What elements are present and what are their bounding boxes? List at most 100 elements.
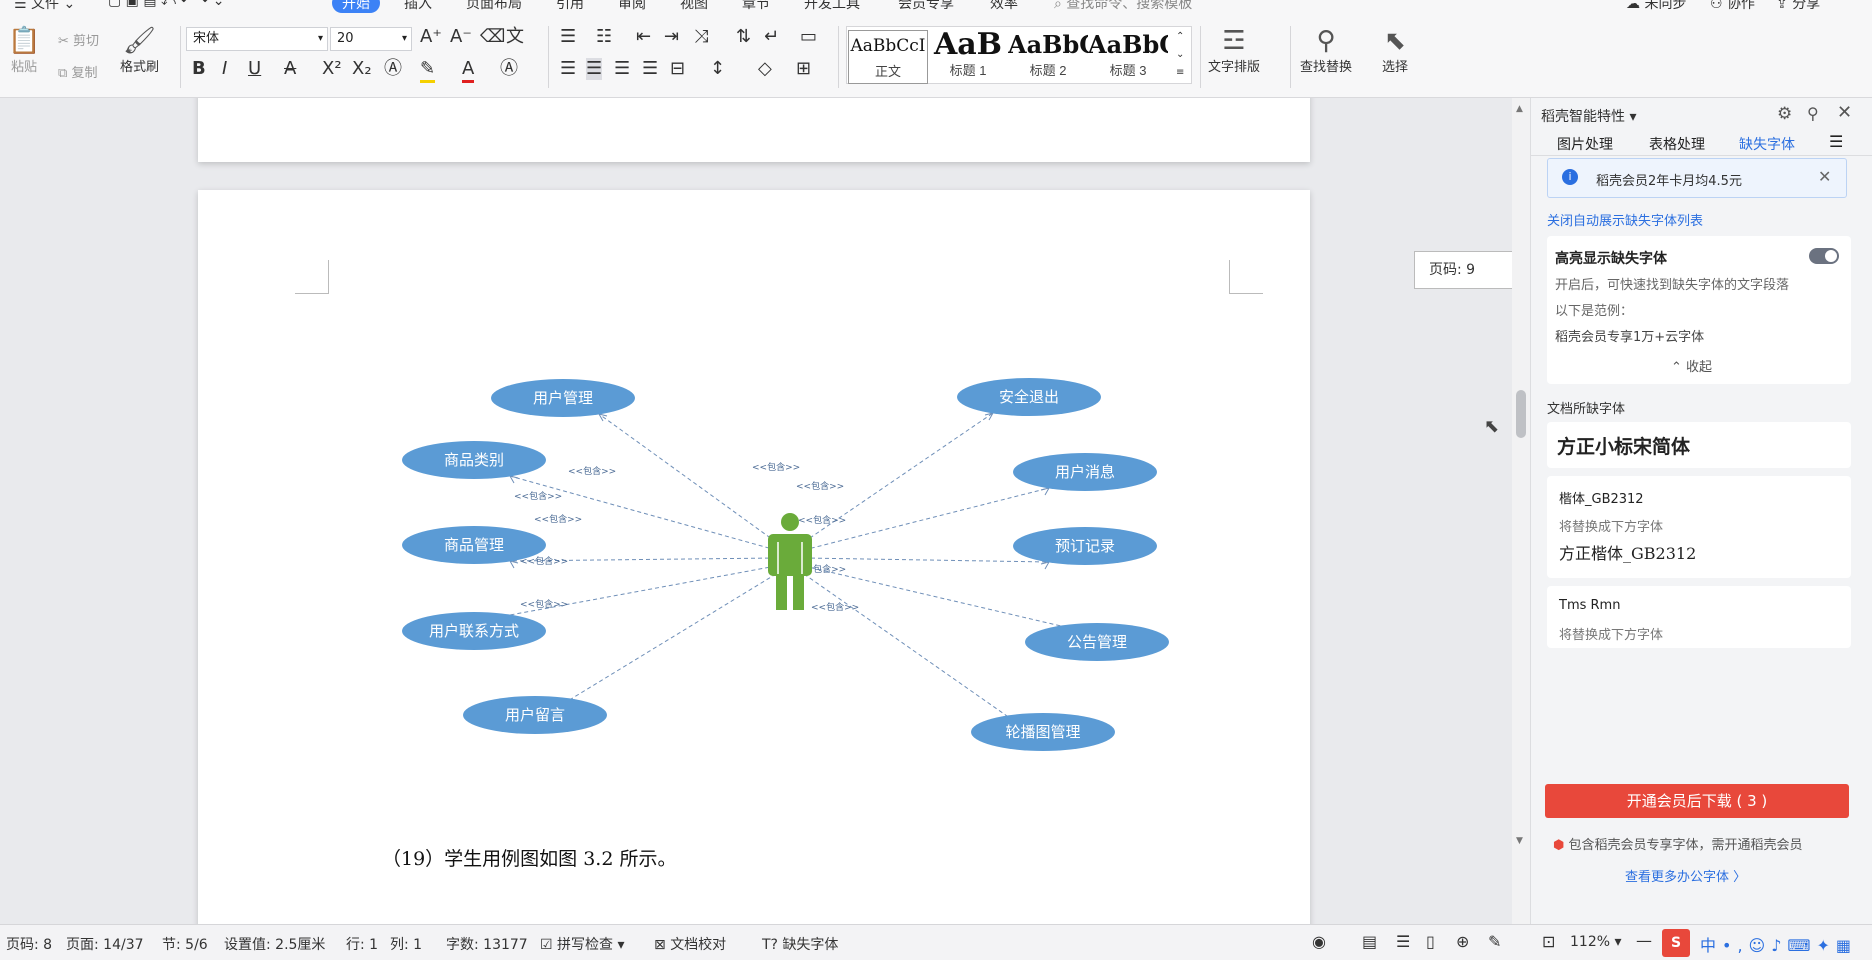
tab-member[interactable]: 会员专享 xyxy=(898,0,954,13)
quick-access-icons[interactable]: ▢ ▣ ▤ ⤺ ↶ ↷ ⌄ xyxy=(108,0,225,9)
missing-fonts-button[interactable]: T? 缺失字体 xyxy=(762,934,838,954)
vertical-scrollbar[interactable]: ▲ ▼ xyxy=(1512,98,1530,924)
command-search[interactable]: ⌕ 查找命令、搜索模板 xyxy=(1054,0,1192,13)
ime-toolbar-icons[interactable]: 中•,☺♪⌨✦▦ xyxy=(1700,932,1857,956)
gear-icon[interactable]: ⚙ xyxy=(1777,104,1792,124)
gallery-scroll-icon[interactable]: ⌃ ⌄ ≡ xyxy=(1176,28,1184,82)
borders-icon[interactable]: ⊞ xyxy=(796,58,811,80)
ime-logo-icon[interactable]: S xyxy=(1662,929,1690,957)
strikethrough-icon[interactable]: A xyxy=(284,58,296,80)
font-card-3[interactable]: Tms Rmn 将替换成下方字体 xyxy=(1547,586,1851,648)
font-name-select[interactable]: 宋体 ▾ xyxy=(186,27,328,51)
tab-reference[interactable]: 引用 xyxy=(556,0,584,13)
line-spacing-icon[interactable]: ↕ xyxy=(710,58,725,80)
status-section[interactable]: 节: 5/6 xyxy=(162,934,208,954)
eye-icon[interactable]: ◉ xyxy=(1312,932,1326,951)
tab-view[interactable]: 视图 xyxy=(680,0,708,13)
menu-file[interactable]: ☰ 文件 ⌄ xyxy=(14,0,75,13)
close-icon[interactable]: ✕ xyxy=(1818,167,1831,186)
zoom-level[interactable]: 112% ▾ xyxy=(1570,934,1622,950)
highlight-icon[interactable]: ✎ xyxy=(420,58,436,83)
text-direction-icon[interactable]: ⤨ xyxy=(694,26,708,48)
decrease-indent-icon[interactable]: ⇤ xyxy=(636,26,651,48)
status-pages[interactable]: 页面: 14/37 xyxy=(66,934,144,954)
paste-button[interactable]: 📋 粘贴 xyxy=(8,26,40,75)
style-normal[interactable]: AaBbCcI 正文 xyxy=(848,30,928,84)
char-border-icon[interactable]: Ⓐ xyxy=(500,58,518,80)
justify-icon[interactable]: ☰ xyxy=(642,58,658,80)
more-fonts-link[interactable]: 查看更多办公字体 〉 xyxy=(1625,866,1746,885)
bullet-list-icon[interactable]: ☰ xyxy=(560,26,576,48)
tab-devtools[interactable]: 开发工具 xyxy=(804,0,860,13)
shading-icon[interactable]: ◇ xyxy=(758,58,772,80)
scrollbar-thumb[interactable] xyxy=(1516,390,1526,438)
font-color-icon[interactable]: A xyxy=(462,58,475,83)
download-button[interactable]: 开通会员后下载 ( 3 ) xyxy=(1545,784,1849,818)
tab-review[interactable]: 审阅 xyxy=(618,0,646,13)
cut-button[interactable]: ✂ 剪切 xyxy=(58,30,99,49)
tab-layout[interactable]: 页面布局 xyxy=(466,0,522,13)
status-page-number[interactable]: 页码: 8 xyxy=(6,934,52,954)
zoom-out-icon[interactable]: — xyxy=(1636,931,1652,950)
show-marks-icon[interactable]: ↵ xyxy=(764,26,779,48)
style-heading1[interactable]: AaB 标题 1 xyxy=(928,30,1008,84)
format-painter-button[interactable]: 🖌 格式刷 xyxy=(120,26,159,75)
find-replace-button[interactable]: ⚲ 查找替换 xyxy=(1300,26,1352,75)
menu-icon[interactable]: ☰ xyxy=(1829,132,1843,151)
distribute-icon[interactable]: ⊟ xyxy=(670,58,685,80)
scroll-down-icon[interactable]: ▼ xyxy=(1516,836,1523,846)
tab-chapter[interactable]: 章节 xyxy=(742,0,770,13)
fit-page-icon[interactable]: ⊡ xyxy=(1542,932,1555,951)
font-card-1[interactable]: 方正小标宋简体 xyxy=(1547,422,1851,468)
italic-icon[interactable]: I xyxy=(222,58,227,80)
outline-view-icon[interactable]: ☰ xyxy=(1396,932,1410,951)
text-layout-button[interactable]: ☲ 文字排版 xyxy=(1208,26,1260,75)
font-card-2[interactable]: 楷体_GB2312 将替换成下方字体 方正楷体_GB2312 xyxy=(1547,476,1851,578)
pen-icon[interactable]: ✎ xyxy=(1488,932,1501,951)
style-heading3[interactable]: AaBbC 标题 3 xyxy=(1088,30,1168,84)
sync-status[interactable]: ☁ 未同步 xyxy=(1626,0,1686,13)
scroll-up-icon[interactable]: ▲ xyxy=(1516,104,1523,114)
superscript-icon[interactable]: X² xyxy=(322,58,342,80)
clear-format-icon[interactable]: ⌫ xyxy=(480,26,505,48)
tab-efficiency[interactable]: 效率 xyxy=(990,0,1018,13)
style-heading2[interactable]: AaBbC 标题 2 xyxy=(1008,30,1088,84)
close-icon[interactable]: ✕ xyxy=(1837,102,1852,123)
font-shrink-icon[interactable]: A⁻ xyxy=(450,26,472,48)
font-size-select[interactable]: 20 ▾ xyxy=(330,27,412,51)
status-words[interactable]: 字数: 13177 xyxy=(446,934,528,954)
highlight-toggle[interactable] xyxy=(1809,248,1839,264)
subscript-icon[interactable]: X₂ xyxy=(352,58,372,80)
status-col[interactable]: 列: 1 xyxy=(390,934,422,954)
underline-icon[interactable]: U xyxy=(248,58,261,80)
align-right-icon[interactable]: ☰ xyxy=(614,58,630,80)
bold-icon[interactable]: B xyxy=(192,58,206,80)
font-grow-icon[interactable]: A⁺ xyxy=(420,26,442,48)
tab-insert[interactable]: 插入 xyxy=(404,0,432,13)
share-button[interactable]: ⇪ 分享 xyxy=(1776,0,1820,13)
align-center-icon[interactable]: ☰ xyxy=(586,58,603,80)
spell-check-button[interactable]: ☑ 拼写检查 ▾ xyxy=(540,934,625,954)
panel-title[interactable]: 稻壳智能特性 ▾ xyxy=(1541,106,1636,126)
tab-start[interactable]: 开始 xyxy=(332,0,380,13)
tab-image[interactable]: 图片处理 xyxy=(1557,134,1613,154)
status-row[interactable]: 行: 1 xyxy=(346,934,378,954)
numbered-list-icon[interactable]: ☷ xyxy=(596,26,612,48)
ruler-icon[interactable]: ▭ xyxy=(800,26,817,48)
read-view-icon[interactable]: ▯ xyxy=(1426,932,1435,951)
tab-table[interactable]: 表格处理 xyxy=(1649,134,1705,154)
collab-button[interactable]: ⚇ 协作 xyxy=(1710,0,1755,13)
align-left-icon[interactable]: ☰ xyxy=(560,58,576,80)
pinyin-icon[interactable]: 文 xyxy=(506,26,524,48)
status-setting[interactable]: 设置值: 2.5厘米 xyxy=(224,934,325,954)
text-effect-icon[interactable]: Ⓐ xyxy=(384,58,402,80)
collapse-button[interactable]: ⌃ 收起 xyxy=(1671,356,1712,375)
increase-indent-icon[interactable]: ⇥ xyxy=(664,26,679,48)
select-button[interactable]: ⬉ 选择 xyxy=(1382,26,1408,75)
sort-icon[interactable]: ⇅ xyxy=(736,26,751,48)
close-auto-link[interactable]: 关闭自动展示缺失字体列表 xyxy=(1547,210,1703,229)
page-view-icon[interactable]: ▤ xyxy=(1362,932,1377,951)
web-view-icon[interactable]: ⊕ xyxy=(1456,932,1469,951)
pin-icon[interactable]: ⚲ xyxy=(1807,104,1819,123)
copy-button[interactable]: ⧉ 复制 xyxy=(58,62,97,81)
